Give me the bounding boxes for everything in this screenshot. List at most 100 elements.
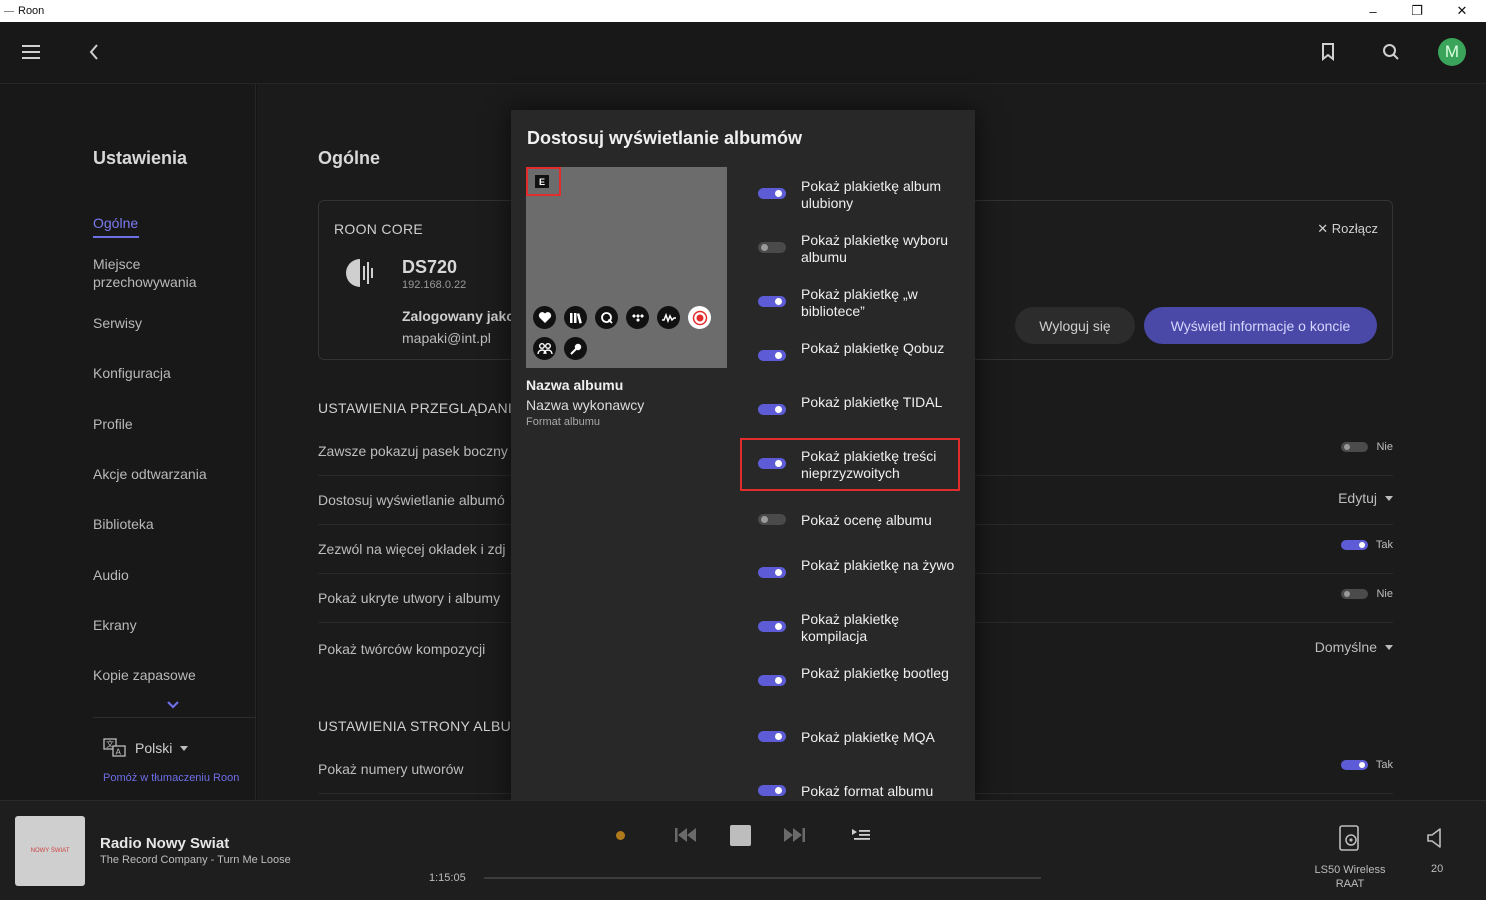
back-arrow-icon[interactable] (84, 40, 104, 64)
option-compilation-badge[interactable]: Pokaż plakietkę kompilacja (741, 609, 959, 649)
artwork-text: NOWY ŚWIAT (30, 848, 70, 854)
toggle-switch[interactable] (758, 350, 786, 361)
hamburger-menu-icon[interactable] (20, 40, 44, 64)
caret-down-icon (1385, 495, 1393, 501)
toggle-switch[interactable] (758, 731, 786, 742)
core-ip: 192.168.0.22 (402, 279, 467, 291)
elapsed-time: 1:15:05 (429, 872, 466, 884)
sidebar-item-library[interactable]: Biblioteka (93, 515, 243, 533)
now-playing-bar: NOWY ŚWIAT Radio Nowy Swiat The Record C… (0, 800, 1486, 900)
language-selector[interactable]: 文A Polski (103, 738, 189, 758)
toggle-switch[interactable] (758, 188, 786, 199)
preview-artist-name: Nazwa wykonawcy (526, 397, 645, 413)
setting-label: Pokaż numery utworów (318, 761, 464, 777)
setting-toggle[interactable]: Tak (1340, 539, 1393, 551)
caret-down-icon (180, 745, 189, 751)
toggle-switch[interactable] (758, 675, 786, 686)
user-avatar[interactable]: M (1438, 38, 1466, 66)
composer-dropdown[interactable]: Domyślne (1315, 639, 1393, 655)
language-label: Polski (135, 740, 173, 756)
roon-core-icon (344, 257, 378, 294)
option-live-badge[interactable]: Pokaż plakietkę na żywo (741, 555, 959, 595)
browse-settings-heading: USTAWIENIA PRZEGLĄDANI (318, 400, 513, 416)
logout-button[interactable]: Wyloguj się (1015, 307, 1135, 344)
sidebar-item-play-actions[interactable]: Akcje odtwarzania (93, 465, 243, 483)
next-track-icon[interactable] (781, 825, 807, 845)
toggle-value: Nie (1376, 441, 1393, 453)
toggle-switch[interactable] (1340, 540, 1368, 550)
qobuz-icon (595, 306, 618, 329)
option-in-library-badge[interactable]: Pokaż plakietkę „w bibliotece” (741, 284, 959, 324)
toggle-switch[interactable] (1340, 760, 1368, 770)
setting-toggle[interactable]: Nie (1341, 588, 1393, 600)
option-favorite-badge[interactable]: Pokaż plakietkę album ulubiony (741, 176, 959, 216)
sidebar-item-profiles[interactable]: Profile (93, 415, 243, 433)
search-icon[interactable] (1380, 41, 1402, 63)
bookmark-icon[interactable] (1318, 41, 1338, 63)
now-playing-artwork[interactable]: NOWY ŚWIAT (15, 816, 85, 886)
toggle-switch[interactable] (758, 567, 786, 578)
dropdown-value: Edytuj (1338, 490, 1377, 506)
setting-toggle[interactable]: Tak (1340, 759, 1393, 771)
sidebar-item-audio[interactable]: Audio (93, 566, 243, 584)
toggle-switch[interactable] (758, 621, 786, 632)
account-email: mapaki@int.pl (402, 330, 491, 346)
option-label: Pokaż plakietkę album ulubiony (801, 178, 942, 211)
queue-icon[interactable] (850, 826, 872, 844)
toggle-switch[interactable] (1341, 442, 1369, 452)
toggle-value: Tak (1375, 759, 1393, 771)
setting-label: Dostosuj wyświetlanie albumó (318, 492, 505, 508)
setting-label: Zezwól na więcej okładek i zdj (318, 541, 506, 557)
speaker-zone-icon[interactable] (1336, 823, 1362, 853)
album-settings-heading: USTAWIENIA STRONY ALBU (318, 718, 512, 734)
option-album-rating[interactable]: Pokaż ocenę albumu (741, 510, 959, 530)
svg-text:A: A (116, 748, 122, 757)
option-pick-badge[interactable]: Pokaż plakietkę wyboru albumu (741, 230, 959, 270)
compilation-icon (533, 337, 556, 360)
logged-in-label: Zalogowany jako (402, 308, 515, 324)
toggle-switch[interactable] (758, 296, 786, 307)
toggle-switch[interactable] (1341, 589, 1369, 599)
now-playing-subtitle[interactable]: The Record Company - Turn Me Loose (100, 854, 291, 866)
sidebar-item-backups[interactable]: Kopie zapasowe (93, 666, 243, 684)
sidebar-title: Ustawienia (93, 148, 188, 168)
volume-level: 20 (1431, 863, 1444, 875)
option-album-format[interactable]: Pokaż format albumu (741, 781, 959, 801)
translate-icon: 文A (103, 738, 126, 757)
option-mqa-badge[interactable]: Pokaż plakietkę MQA (741, 727, 959, 747)
option-label: Pokaż plakietkę kompilacja (801, 611, 900, 644)
option-label: Pokaż ocenę albumu (801, 512, 932, 528)
sidebar-item-general[interactable]: Ogólne (93, 214, 243, 238)
app-icon (4, 10, 14, 12)
sidebar-item-storage[interactable]: Miejsce przechowywania (93, 255, 243, 291)
option-bootleg-badge[interactable]: Pokaż plakietkę bootleg (741, 663, 959, 703)
album-cover-preview: E (526, 167, 727, 368)
toggle-switch[interactable] (758, 242, 786, 253)
toggle-switch[interactable] (758, 404, 786, 415)
previous-track-icon[interactable] (673, 825, 699, 845)
stop-icon[interactable] (729, 824, 751, 846)
help-translate-link[interactable]: Pomóż w tłumaczeniu Roon (103, 772, 239, 784)
sidebar-item-setup[interactable]: Konfiguracja (93, 364, 243, 382)
option-tidal-badge[interactable]: Pokaż plakietkę TIDAL (741, 392, 959, 432)
disconnect-button[interactable]: ✕ Rozłącz (1317, 221, 1378, 237)
account-info-button[interactable]: Wyświetl informacje o koncie (1144, 307, 1377, 344)
minimize-icon[interactable]: – (1351, 0, 1395, 22)
toggle-switch[interactable] (758, 514, 786, 525)
setting-toggle[interactable]: Nie (1341, 441, 1393, 453)
close-icon[interactable]: ✕ (1440, 0, 1484, 22)
progress-bar[interactable] (484, 877, 1041, 879)
preview-album-name: Nazwa albumu (526, 377, 624, 393)
sidebar-item-displays[interactable]: Ekrany (93, 616, 243, 634)
zone-name[interactable]: LS50 Wireless RAAT (1300, 863, 1400, 891)
sidebar-item-services[interactable]: Serwisy (93, 314, 243, 332)
edit-dropdown[interactable]: Edytuj (1338, 490, 1393, 506)
volume-icon[interactable] (1424, 825, 1446, 851)
option-qobuz-badge[interactable]: Pokaż plakietkę Qobuz (741, 338, 959, 378)
option-label: Pokaż plakietkę na żywo (801, 557, 955, 573)
chevron-down-icon[interactable] (166, 696, 180, 714)
toggle-switch[interactable] (758, 785, 786, 796)
restore-icon[interactable]: ❐ (1395, 0, 1439, 22)
now-playing-title[interactable]: Radio Nowy Swiat (100, 835, 229, 852)
option-label: Pokaż plakietkę TIDAL (801, 394, 943, 410)
